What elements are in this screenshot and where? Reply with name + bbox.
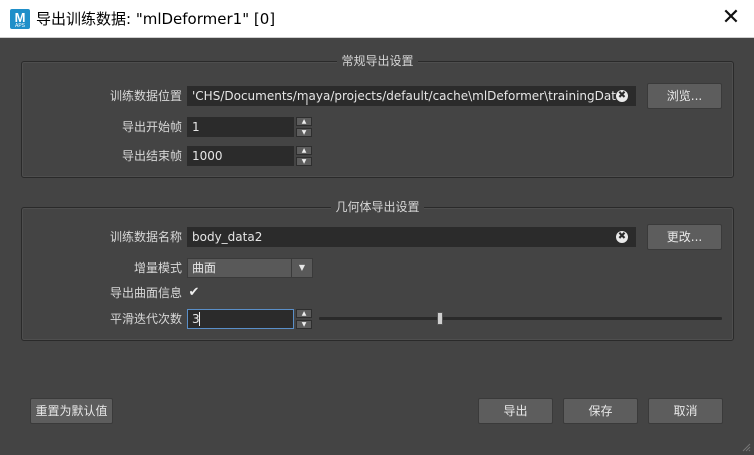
export-button[interactable]: 导出 bbox=[478, 398, 553, 424]
clear-path-icon[interactable]: ✖ bbox=[616, 90, 628, 102]
change-button[interactable]: 更改... bbox=[647, 224, 722, 250]
checkmark-icon: ✔ bbox=[188, 285, 200, 300]
group-title-geometry: 几何体导出设置 bbox=[22, 199, 733, 215]
smooth-iterations-label: 平滑迭代次数 bbox=[109, 312, 182, 326]
reset-defaults-button[interactable]: 重置为默认值 bbox=[30, 398, 113, 424]
window-title: 导出训练数据: "mlDeformer1" [0] bbox=[36, 10, 276, 28]
spin-up-icon[interactable]: ▲ bbox=[296, 117, 312, 126]
slider-handle[interactable] bbox=[436, 312, 443, 325]
resize-grip-icon[interactable] bbox=[741, 442, 751, 452]
start-frame-input[interactable]: 1 bbox=[187, 117, 294, 137]
spin-down-icon[interactable]: ▼ bbox=[296, 128, 312, 137]
title-bar: M APS 导出训练数据: "mlDeformer1" [0] ✕ bbox=[0, 0, 754, 38]
start-frame-label: 导出开始帧 bbox=[121, 120, 182, 134]
save-button[interactable]: 保存 bbox=[563, 398, 638, 424]
training-path-field[interactable]: 'CHS/Documents/maya/projects/default/cac… bbox=[187, 86, 636, 106]
text-caret bbox=[199, 312, 200, 326]
close-icon: ✕ bbox=[721, 5, 741, 30]
end-frame-input[interactable]: 1000 bbox=[187, 146, 294, 166]
end-frame-label: 导出结束帧 bbox=[121, 149, 182, 163]
spin-up-icon[interactable]: ▲ bbox=[296, 146, 312, 155]
training-path-label: 训练数据位置 bbox=[109, 89, 182, 103]
delta-mode-value: 曲面 bbox=[192, 261, 217, 275]
smooth-iterations-slider[interactable] bbox=[319, 317, 722, 320]
spin-up-icon[interactable]: ▲ bbox=[296, 309, 312, 318]
spin-down-icon[interactable]: ▼ bbox=[296, 320, 312, 329]
close-button[interactable]: ✕ bbox=[708, 0, 754, 37]
browse-button[interactable]: 浏览... bbox=[647, 83, 722, 109]
maya-app-icon: M APS bbox=[10, 9, 30, 29]
group-title-general: 常规导出设置 bbox=[22, 53, 733, 69]
chevron-down-icon: ▼ bbox=[291, 259, 312, 277]
smooth-iterations-input[interactable]: 3 bbox=[187, 309, 294, 329]
end-frame-spinner[interactable]: ▲ ▼ bbox=[296, 146, 312, 166]
training-name-label: 训练数据名称 bbox=[109, 230, 182, 244]
spin-down-icon[interactable]: ▼ bbox=[296, 157, 312, 166]
smooth-iterations-spinner[interactable]: ▲ ▼ bbox=[296, 309, 312, 329]
export-surface-info-label: 导出曲面信息 bbox=[109, 286, 182, 300]
text-cursor-icon: I bbox=[305, 94, 309, 109]
clear-name-icon[interactable]: ✖ bbox=[616, 231, 628, 243]
cancel-button[interactable]: 取消 bbox=[648, 398, 723, 424]
start-frame-spinner[interactable]: ▲ ▼ bbox=[296, 117, 312, 137]
delta-mode-label: 增量模式 bbox=[133, 261, 182, 275]
export-surface-info-checkbox[interactable]: ✔ bbox=[187, 286, 201, 300]
training-name-field[interactable]: body_data2 bbox=[187, 227, 636, 247]
delta-mode-dropdown[interactable]: 曲面 ▼ bbox=[187, 258, 313, 278]
